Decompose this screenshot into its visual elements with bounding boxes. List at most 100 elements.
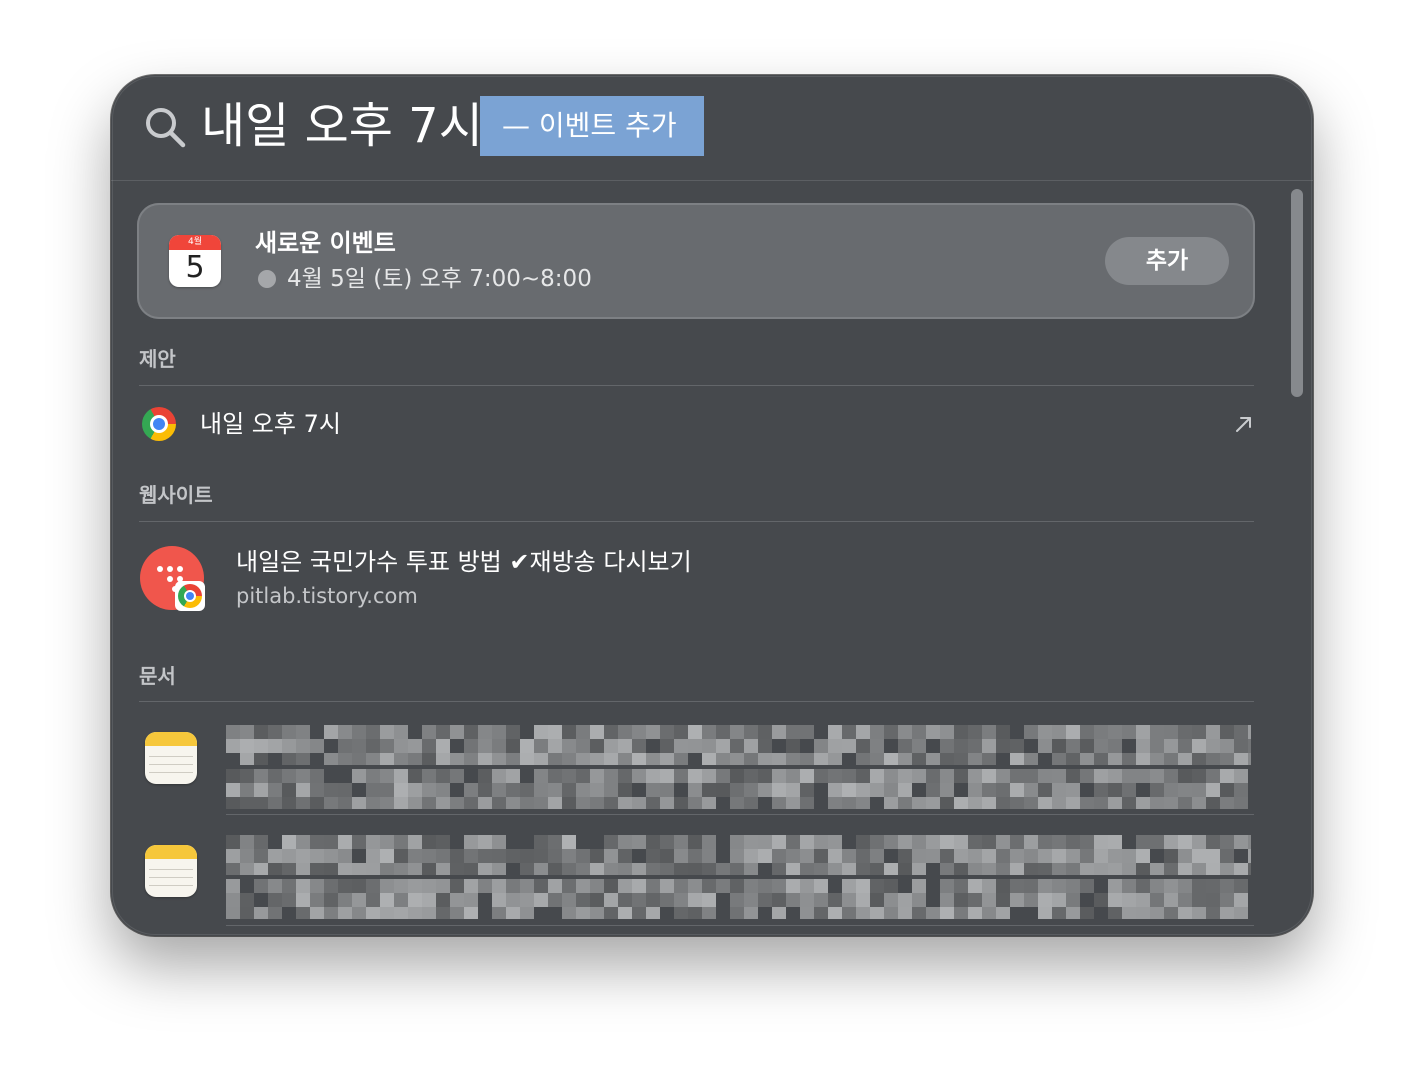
mosaic-cell — [1220, 769, 1234, 783]
mosaic-cell — [394, 879, 408, 893]
mosaic-cell — [534, 769, 548, 783]
mosaic-cell — [1010, 797, 1024, 809]
mosaic-cell — [394, 907, 408, 919]
mosaic-cell — [464, 835, 478, 849]
mosaic-cell — [940, 893, 954, 907]
mosaic-cell — [590, 797, 604, 809]
calendar-icon-month: 4월 — [169, 235, 221, 250]
mosaic-cell — [912, 769, 926, 783]
mosaic-cell — [1192, 849, 1206, 863]
mosaic-cell — [702, 753, 716, 765]
mosaic-cell — [562, 907, 576, 919]
search-input[interactable]: 내일 오후 7시 — [201, 93, 483, 159]
mosaic-cell — [1206, 739, 1220, 753]
mosaic-cell — [296, 753, 310, 765]
document-result-row[interactable] — [111, 715, 1271, 815]
mosaic-cell — [394, 739, 408, 753]
mosaic-cell — [744, 835, 758, 849]
mosaic-cell — [604, 725, 618, 739]
mosaic-cell — [1220, 753, 1234, 765]
mosaic-cell — [1066, 907, 1080, 919]
search-bar[interactable]: 내일 오후 7시 — 이벤트 추가 — [111, 75, 1313, 181]
mosaic-cell — [436, 863, 450, 875]
mosaic-cell — [674, 797, 688, 809]
mosaic-cell — [828, 893, 842, 907]
website-result-row[interactable]: 내일은 국민가수 투표 방법 ✔재방송 다시보기 pitlab.tistory.… — [111, 533, 1271, 613]
mosaic-cell — [800, 893, 814, 907]
mosaic-cell — [1024, 797, 1038, 809]
mosaic-cell — [758, 849, 772, 863]
mosaic-cell — [842, 893, 856, 907]
notes-icon — [145, 732, 197, 784]
mosaic-cell — [324, 849, 338, 863]
website-title: 내일은 국민가수 투표 방법 ✔재방송 다시보기 — [236, 548, 692, 576]
mosaic-cell — [702, 907, 716, 919]
mosaic-cell — [926, 849, 940, 863]
mosaic-cell — [758, 753, 772, 765]
mosaic-cell — [436, 783, 450, 797]
document-result-row[interactable] — [111, 825, 1271, 925]
mosaic-cell — [730, 783, 744, 797]
mosaic-cell — [702, 863, 716, 875]
mosaic-cell — [926, 753, 940, 765]
mosaic-cell — [1164, 893, 1178, 907]
mosaic-cell — [394, 849, 408, 863]
mosaic-cell — [1052, 879, 1066, 893]
mosaic-cell — [898, 769, 912, 783]
add-event-button[interactable]: 추가 — [1105, 237, 1229, 285]
mosaic-cell — [1164, 863, 1178, 875]
section-divider — [139, 701, 1254, 702]
mosaic-cell — [856, 797, 870, 809]
mosaic-cell — [828, 739, 842, 753]
mosaic-cell — [926, 797, 940, 809]
mosaic-cell — [1248, 849, 1251, 863]
mosaic-cell — [268, 893, 282, 907]
mosaic-cell — [478, 769, 492, 783]
mosaic-cell — [436, 835, 450, 849]
mosaic-cell — [674, 907, 688, 919]
mosaic-cell — [660, 725, 674, 739]
mosaic-cell — [324, 863, 338, 875]
mosaic-cell — [310, 849, 324, 863]
mosaic-cell — [1094, 849, 1108, 863]
mosaic-cell — [240, 863, 254, 875]
mosaic-cell — [954, 739, 968, 753]
mosaic-cell — [1066, 725, 1080, 739]
mosaic-cell — [352, 907, 366, 919]
suggestion-row[interactable]: 내일 오후 7시 — [111, 393, 1271, 455]
new-event-card[interactable]: 4월 5 새로운 이벤트 4월 5일 (토) 오후 7:00~8:00 추가 — [137, 203, 1255, 319]
mosaic-cell — [240, 753, 254, 765]
mosaic-cell — [618, 769, 632, 783]
mosaic-cell — [1220, 849, 1234, 863]
mosaic-cell — [1150, 725, 1164, 739]
mosaic-cell — [380, 725, 394, 739]
mosaic-cell — [1122, 907, 1136, 919]
mosaic-cell — [506, 739, 520, 753]
mosaic-cell — [282, 863, 296, 875]
mosaic-cell — [744, 879, 758, 893]
mosaic-cell — [1164, 783, 1178, 797]
mosaic-cell — [506, 783, 520, 797]
mosaic-cell — [366, 725, 380, 739]
mosaic-cell — [870, 879, 884, 893]
mosaic-cell — [1164, 879, 1178, 893]
mosaic-cell — [464, 907, 478, 919]
mosaic-cell — [870, 849, 884, 863]
mosaic-cell — [702, 725, 716, 739]
mosaic-cell — [226, 797, 240, 809]
mosaic-cell — [1136, 753, 1150, 765]
scrollbar-thumb[interactable] — [1291, 189, 1303, 397]
mosaic-cell — [450, 863, 464, 875]
mosaic-cell — [1010, 879, 1024, 893]
mosaic-cell — [296, 769, 310, 783]
mosaic-cell — [352, 879, 366, 893]
mosaic-cell — [898, 907, 912, 919]
mosaic-cell — [898, 797, 912, 809]
mosaic-cell — [520, 797, 534, 809]
mosaic-cell — [884, 879, 898, 893]
mosaic-cell — [786, 835, 800, 849]
mosaic-cell — [380, 753, 394, 765]
mosaic-cell — [1038, 849, 1052, 863]
mosaic-cell — [786, 725, 800, 739]
mosaic-cell — [1080, 769, 1094, 783]
